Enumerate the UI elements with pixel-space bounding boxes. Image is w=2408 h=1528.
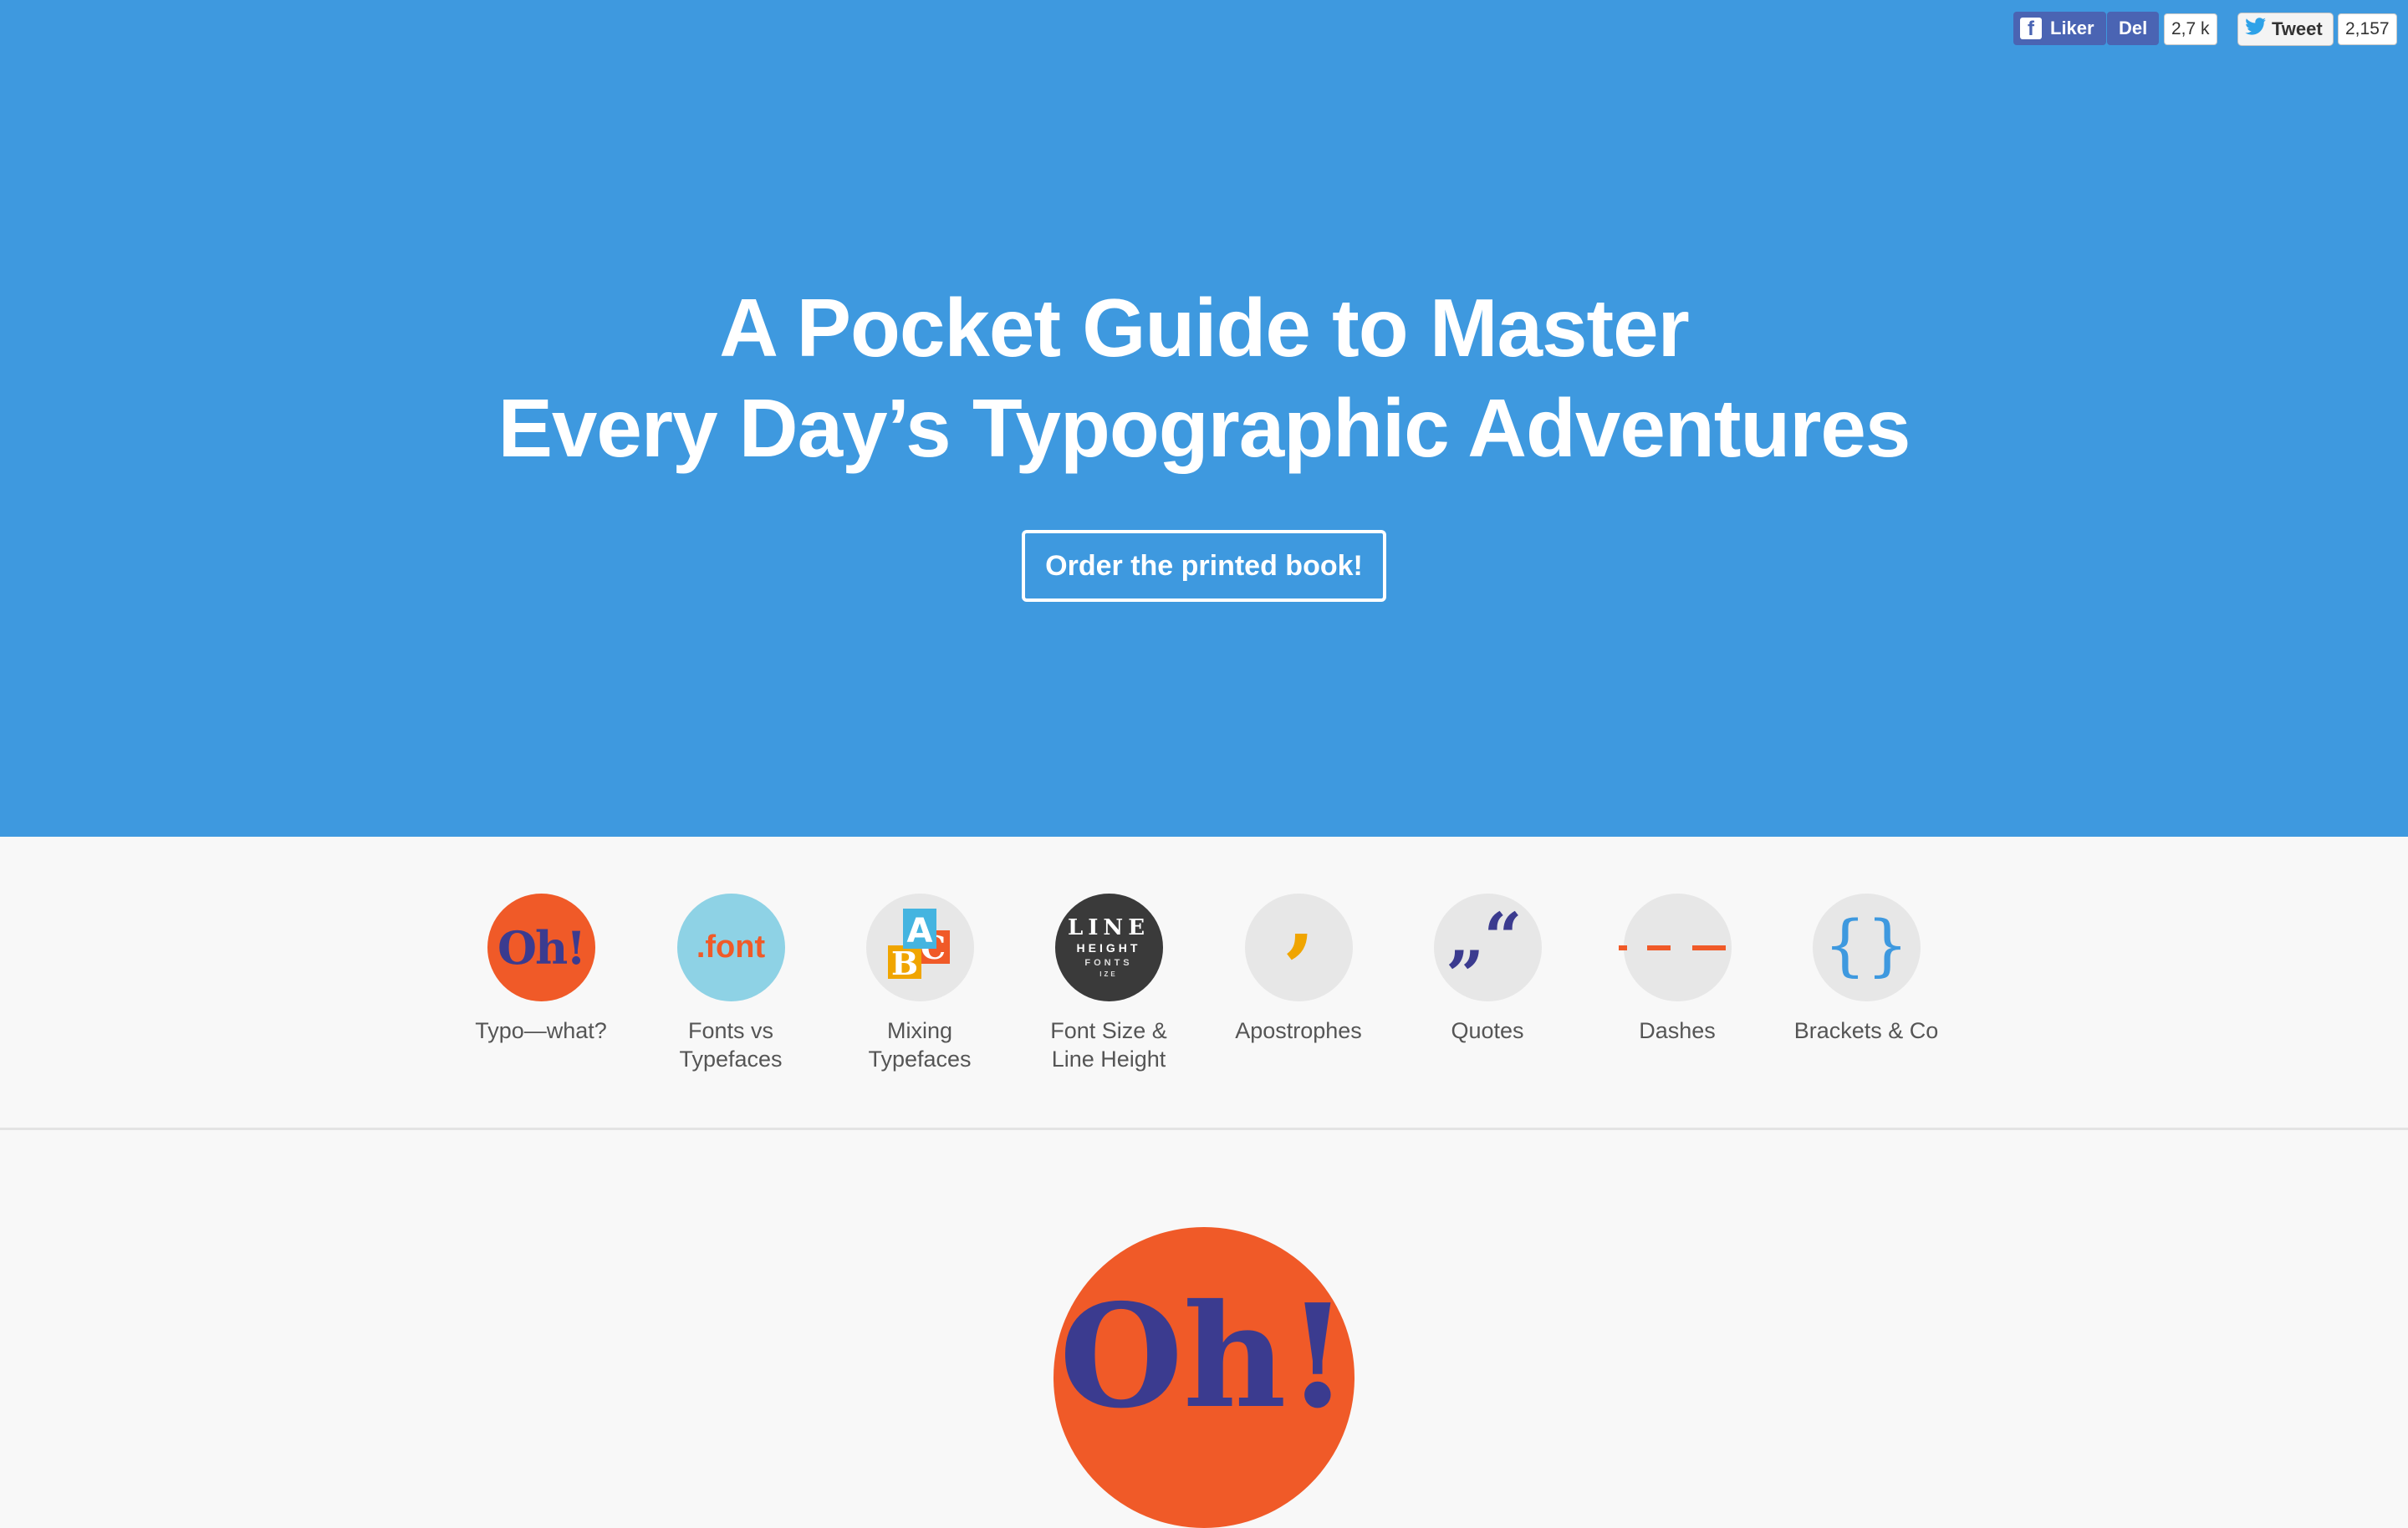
- tweet-count: 2,157: [2338, 13, 2397, 45]
- nav-label: Mixing: [886, 1018, 953, 1043]
- nav-item-font-size-line-height[interactable]: LINE HEIGHT FONTS IZE Font Size & Line H…: [1008, 894, 1209, 1073]
- dashes-icon: [1618, 894, 1732, 1001]
- nav-label: Quotes: [1451, 1018, 1524, 1043]
- nav-label: Typo—what?: [475, 1018, 607, 1043]
- hero-section: f Liker Del 2,7 k Tweet 2,157 A Pocket G…: [0, 0, 2408, 837]
- line-height-icon: LINE HEIGHT FONTS IZE: [1054, 894, 1163, 1001]
- order-book-button[interactable]: Order the printed book!: [1022, 530, 1386, 602]
- nav-item-apostrophes[interactable]: ’ Apostrophes: [1198, 894, 1399, 1045]
- facebook-share-label: Del: [2119, 18, 2148, 38]
- svg-text:A: A: [906, 912, 932, 950]
- nav-item-typo-what[interactable]: Oh! Typo—what?: [441, 894, 641, 1045]
- nav-label: Font Size &: [1050, 1018, 1167, 1043]
- quotes-icon: „ “: [1433, 894, 1542, 1001]
- facebook-count: 2,7 k: [2164, 13, 2217, 45]
- nav-item-dashes[interactable]: Dashes: [1577, 894, 1778, 1045]
- facebook-like-button[interactable]: f Liker: [2013, 12, 2106, 45]
- nav-label: Typefaces: [679, 1047, 783, 1072]
- nav-label: Apostrophes: [1235, 1018, 1362, 1043]
- nav-item-quotes[interactable]: „ “ Quotes: [1387, 894, 1588, 1045]
- tweet-button[interactable]: Tweet: [2237, 13, 2334, 46]
- nav-label: Fonts vs: [687, 1018, 774, 1043]
- facebook-like-label: Liker: [2050, 18, 2094, 38]
- nav-item-mixing-typefaces[interactable]: C B A Mixing Typefaces: [819, 894, 1020, 1073]
- facebook-icon: f: [2020, 18, 2042, 39]
- abc-blocks-icon: C B A: [865, 894, 974, 1001]
- nav-label: Line Height: [1051, 1047, 1166, 1072]
- brackets-icon: {}: [1812, 894, 1921, 1001]
- twitter-bird-icon: [2245, 17, 2267, 42]
- nav-item-fonts-vs-typefaces[interactable]: .font Fonts vs Typefaces: [630, 894, 831, 1073]
- nav-label: Brackets & Co: [1793, 1018, 1939, 1043]
- chapter-oh-icon: Oh!: [1054, 1227, 1354, 1528]
- nav-label: Dashes: [1639, 1018, 1716, 1043]
- oh-icon: Oh!: [487, 894, 595, 1001]
- nav-label: Typefaces: [868, 1047, 972, 1072]
- tweet-label: Tweet: [2272, 18, 2323, 39]
- font-icon: .font: [676, 894, 785, 1001]
- nav-item-brackets[interactable]: {} Brackets & Co: [1766, 894, 1967, 1045]
- page-title-line-2: Every Day’s Typographic Adventures: [497, 382, 1911, 474]
- page-title-line-1: A Pocket Guide to Master: [719, 282, 1690, 374]
- apostrophe-icon: ’: [1244, 894, 1353, 1001]
- section-divider: [0, 1128, 2408, 1130]
- facebook-share-button[interactable]: Del: [2107, 12, 2160, 45]
